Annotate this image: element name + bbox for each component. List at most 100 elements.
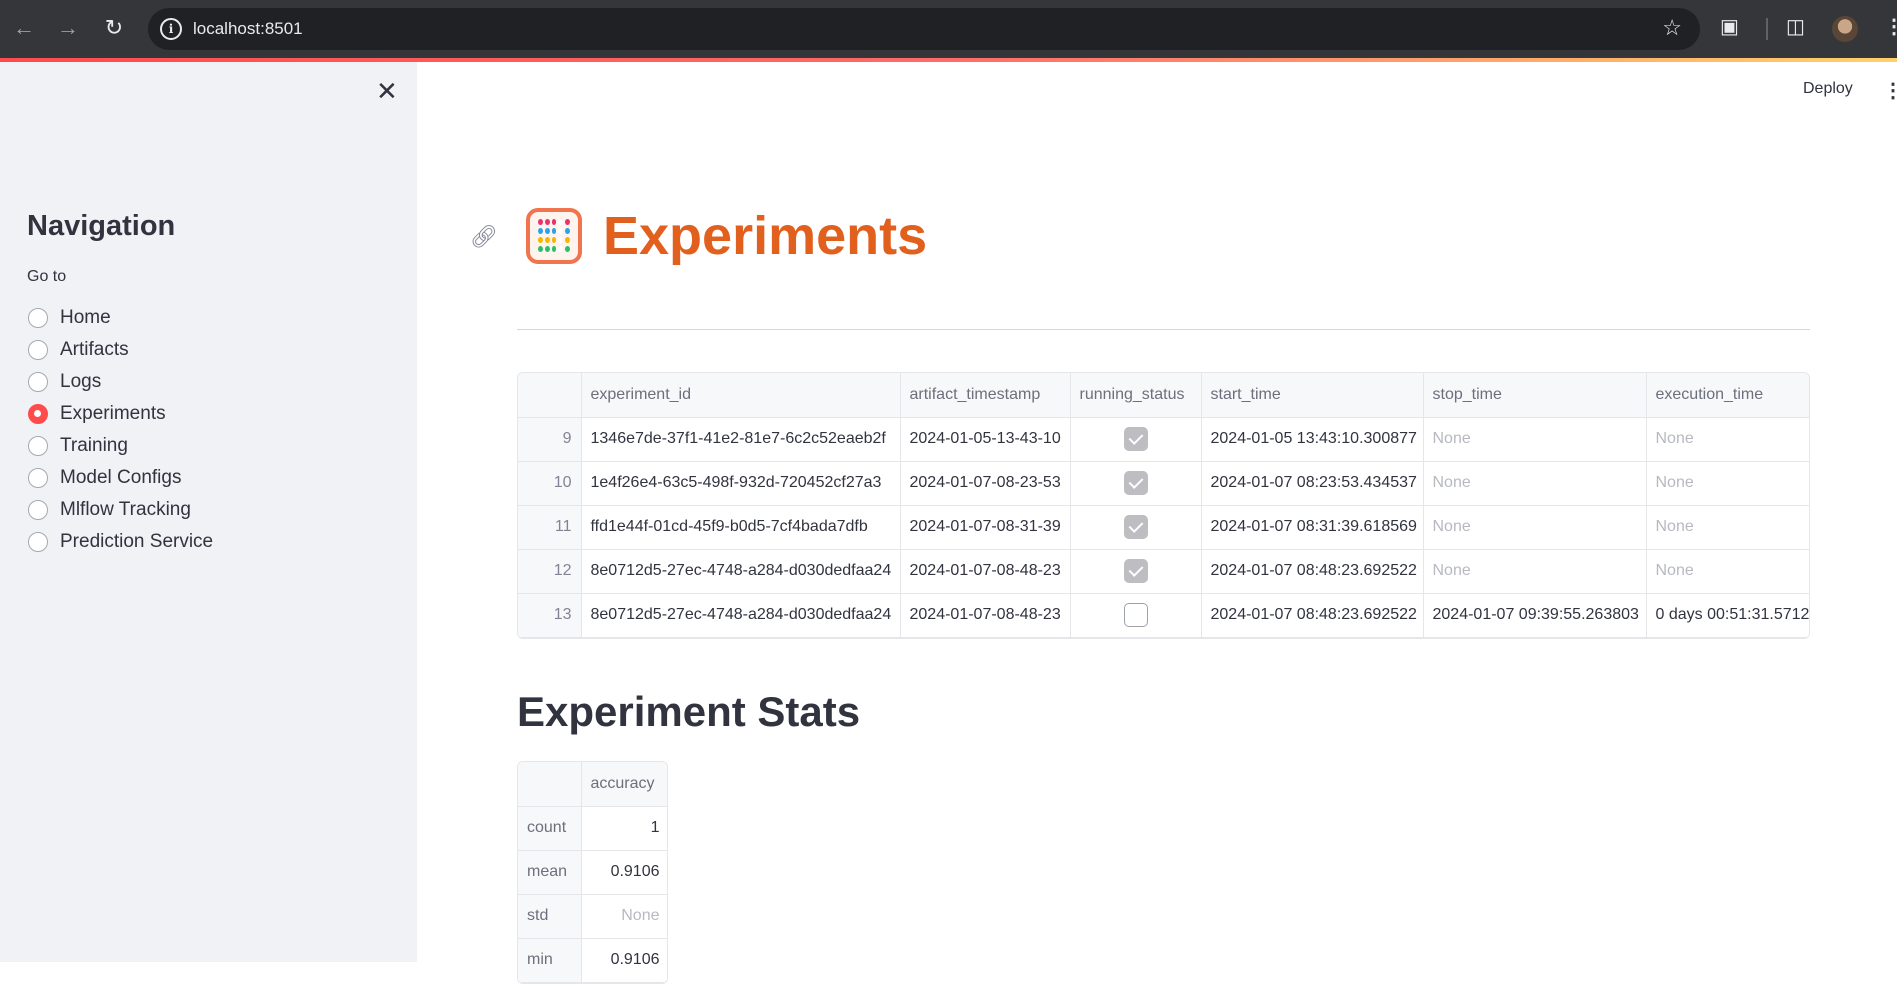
cell-start-time[interactable]: 2024-01-05 13:43:10.300877 — [1201, 417, 1424, 462]
address-bar[interactable]: i localhost:8501 ☆ — [148, 8, 1700, 50]
cell-start-time[interactable]: 2024-01-07 08:23:53.434537 — [1201, 461, 1424, 506]
cell-stop-time[interactable]: 2024-01-07 09:39:55.263803 — [1423, 593, 1647, 638]
cell-running-status[interactable] — [1070, 417, 1202, 462]
column-header[interactable]: stop_time — [1423, 373, 1647, 418]
radio-label: Home — [60, 307, 111, 328]
cell-start-time[interactable]: 2024-01-07 08:48:23.692522 — [1201, 549, 1424, 594]
column-header[interactable]: accuracy — [581, 762, 667, 807]
back-icon[interactable]: ← — [8, 12, 40, 44]
stats-dataframe[interactable]: accuracy count 1 mean 0.9106 std None mi… — [517, 761, 668, 984]
cell-execution-time[interactable]: None — [1646, 417, 1809, 462]
cell-execution-time[interactable]: None — [1646, 549, 1809, 594]
url-text[interactable]: localhost:8501 — [193, 19, 303, 39]
cell-stop-time[interactable]: None — [1423, 417, 1647, 462]
kebab-menu-icon[interactable]: ⋮ — [1883, 78, 1897, 103]
table-row[interactable]: mean 0.9106 — [518, 850, 667, 895]
row-index: 13 — [518, 593, 582, 638]
cell-accuracy[interactable]: 1 — [581, 806, 667, 851]
table-row[interactable]: min 0.9106 — [518, 938, 667, 983]
cell-start-time[interactable]: 2024-01-07 08:48:23.692522 — [1201, 593, 1424, 638]
cell-experiment-id[interactable]: 1e4f26e4-63c5-498f-932d-720452cf27a3 — [581, 461, 901, 506]
info-icon[interactable]: i — [160, 18, 182, 40]
radio-button[interactable] — [28, 532, 48, 552]
cell-running-status[interactable] — [1070, 593, 1202, 638]
reload-icon[interactable]: ↻ — [98, 12, 130, 44]
checkbox-checked[interactable] — [1123, 427, 1148, 451]
table-row[interactable]: 9 1346e7de-37f1-41e2-81e7-6c2c52eaeb2f 2… — [518, 417, 1809, 462]
radio-button[interactable] — [28, 372, 48, 392]
radio-item-prediction-service[interactable]: Prediction Service — [28, 526, 213, 558]
cell-experiment-id[interactable]: ffd1e44f-01cd-45f9-b0d5-7cf4bada7dfb — [581, 505, 901, 550]
cell-artifact-timestamp[interactable]: 2024-01-05-13-43-10 — [900, 417, 1071, 462]
radio-item-training[interactable]: Training — [28, 430, 213, 462]
cell-experiment-id[interactable]: 1346e7de-37f1-41e2-81e7-6c2c52eaeb2f — [581, 417, 901, 462]
cell-experiment-id[interactable]: 8e0712d5-27ec-4748-a284-d030dedfaa24 — [581, 549, 901, 594]
checkbox-checked[interactable] — [1123, 559, 1148, 583]
page-title: Experiments — [603, 206, 928, 266]
radio-button[interactable] — [28, 468, 48, 488]
table-row[interactable]: count 1 — [518, 806, 667, 851]
radio-button[interactable] — [28, 308, 48, 328]
radio-item-home[interactable]: Home — [28, 302, 213, 334]
cell-stop-time[interactable]: None — [1423, 461, 1647, 506]
column-header[interactable]: execution_time — [1646, 373, 1809, 418]
experiments-dataframe[interactable]: experiment_id artifact_timestamp running… — [517, 372, 1810, 639]
row-index: 12 — [518, 549, 582, 594]
cell-running-status[interactable] — [1070, 461, 1202, 506]
checkbox-unchecked[interactable] — [1123, 603, 1148, 627]
cell-stop-time[interactable]: None — [1423, 505, 1647, 550]
cell-start-time[interactable]: 2024-01-07 08:31:39.618569 — [1201, 505, 1424, 550]
table-row[interactable]: 13 8e0712d5-27ec-4748-a284-d030dedfaa24 … — [518, 593, 1809, 638]
cell-accuracy[interactable]: None — [581, 894, 667, 939]
column-header[interactable]: artifact_timestamp — [900, 373, 1071, 418]
row-label: min — [518, 938, 582, 983]
cell-running-status[interactable] — [1070, 549, 1202, 594]
extensions-icon[interactable]: ▣ — [1720, 14, 1739, 39]
column-header[interactable]: start_time — [1201, 373, 1424, 418]
radio-label: Model Configs — [60, 467, 182, 488]
cell-artifact-timestamp[interactable]: 2024-01-07-08-31-39 — [900, 505, 1071, 550]
radio-button[interactable] — [28, 436, 48, 456]
cell-experiment-id[interactable]: 8e0712d5-27ec-4748-a284-d030dedfaa24 — [581, 593, 901, 638]
row-index: 10 — [518, 461, 582, 506]
cell-accuracy[interactable]: 0.9106 — [581, 938, 667, 983]
table-row[interactable]: 12 8e0712d5-27ec-4748-a284-d030dedfaa24 … — [518, 549, 1809, 594]
cell-artifact-timestamp[interactable]: 2024-01-07-08-48-23 — [900, 549, 1071, 594]
star-icon[interactable]: ☆ — [1662, 15, 1682, 41]
column-header-index[interactable] — [518, 762, 582, 807]
deploy-button[interactable]: Deploy — [1803, 80, 1853, 98]
cell-running-status[interactable] — [1070, 505, 1202, 550]
cell-execution-time[interactable]: None — [1646, 461, 1809, 506]
cell-artifact-timestamp[interactable]: 2024-01-07-08-48-23 — [900, 593, 1071, 638]
cell-stop-time[interactable]: None — [1423, 549, 1647, 594]
radio-item-artifacts[interactable]: Artifacts — [28, 334, 213, 366]
browser-toolbar: ← → ↻ i localhost:8501 ☆ ▣ ◫ ⋮ — [0, 0, 1897, 58]
radio-button-selected[interactable] — [28, 404, 48, 424]
column-header-index[interactable] — [518, 373, 582, 418]
radio-item-model-configs[interactable]: Model Configs — [28, 462, 213, 494]
sidebar: ✕ Navigation Go to Home Artifacts Logs E… — [0, 62, 417, 962]
forward-icon[interactable]: → — [52, 12, 84, 44]
column-header[interactable]: experiment_id — [581, 373, 901, 418]
radio-item-mlflow-tracking[interactable]: Mlflow Tracking — [28, 494, 213, 526]
cell-accuracy[interactable]: 0.9106 — [581, 850, 667, 895]
checkbox-checked[interactable] — [1123, 515, 1148, 539]
radio-group-label: Go to — [27, 268, 67, 285]
close-icon[interactable]: ✕ — [376, 77, 398, 107]
side-panel-icon[interactable]: ◫ — [1786, 14, 1805, 39]
column-header[interactable]: running_status — [1070, 373, 1202, 418]
radio-item-logs[interactable]: Logs — [28, 366, 213, 398]
radio-button[interactable] — [28, 500, 48, 520]
checkbox-checked[interactable] — [1123, 471, 1148, 495]
radio-item-experiments[interactable]: Experiments — [28, 398, 213, 430]
cell-artifact-timestamp[interactable]: 2024-01-07-08-23-53 — [900, 461, 1071, 506]
cell-execution-time[interactable]: None — [1646, 505, 1809, 550]
link-icon[interactable]: 🔗︎ — [470, 224, 498, 250]
chrome-menu-icon[interactable]: ⋮ — [1884, 14, 1897, 39]
table-row[interactable]: 10 1e4f26e4-63c5-498f-932d-720452cf27a3 … — [518, 461, 1809, 506]
profile-avatar[interactable] — [1832, 16, 1858, 42]
radio-button[interactable] — [28, 340, 48, 360]
table-row[interactable]: std None — [518, 894, 667, 939]
table-row[interactable]: 11 ffd1e44f-01cd-45f9-b0d5-7cf4bada7dfb … — [518, 505, 1809, 550]
cell-execution-time[interactable]: 0 days 00:51:31.57128 — [1646, 593, 1809, 638]
